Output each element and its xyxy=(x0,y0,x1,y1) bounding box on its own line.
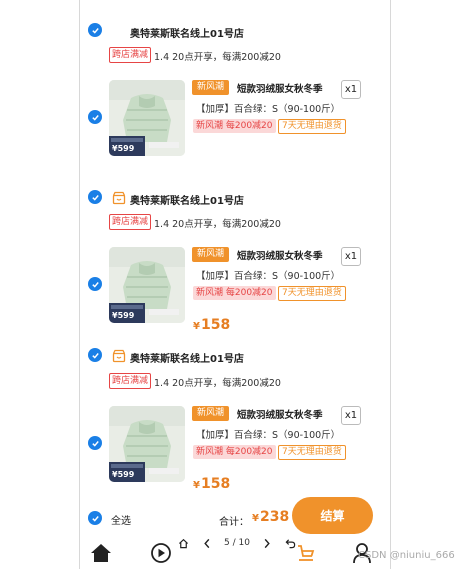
item-price: ¥158 xyxy=(193,476,231,492)
new-trend-tag: 新风潮 xyxy=(192,247,230,262)
quantity-badge[interactable]: x1 xyxy=(341,247,361,266)
home-icon[interactable] xyxy=(90,543,112,563)
quantity-badge[interactable]: x1 xyxy=(341,406,361,425)
new-trend-tag: 新风潮 xyxy=(192,80,230,95)
store-name[interactable]: 奥特莱斯联名线上01号店 xyxy=(130,350,244,365)
checkout-button[interactable]: 结算 xyxy=(292,497,373,534)
watermark: CSDN @niuniu_666 xyxy=(358,550,455,561)
promo-text: 1.4 20点开享，每满200减20 xyxy=(154,378,281,389)
check-icon xyxy=(91,194,99,201)
discount-tag: 新风潮 每200减20 xyxy=(193,445,276,459)
discount-tag: 新风潮 每200减20 xyxy=(193,119,276,133)
promo-tag: 跨店满减 xyxy=(109,214,152,230)
product-spec[interactable]: 【加厚】百合绿：S（90-100斤） xyxy=(196,268,340,282)
promo-text: 1.4 20点开享，每满200减20 xyxy=(154,52,281,63)
item-checkbox[interactable] xyxy=(88,110,102,124)
thumb-price: ¥599 xyxy=(112,470,135,479)
shop-icon xyxy=(112,191,126,205)
cart-icon[interactable] xyxy=(296,543,316,563)
next-page-icon[interactable] xyxy=(263,538,271,549)
play-icon[interactable] xyxy=(150,542,172,564)
store-name[interactable]: 奥特莱斯联名线上01号店 xyxy=(130,25,244,40)
check-icon xyxy=(91,281,99,288)
return-tag: 7天无理由退货 xyxy=(278,119,346,134)
total-amount: ¥238 xyxy=(252,509,290,525)
page-indicator: 5 / 10 xyxy=(224,538,250,548)
page-navigator: 5 / 10 xyxy=(178,533,296,553)
thumb-price: ¥599 xyxy=(112,144,135,153)
promo-text: 1.4 20点开享，每满200减20 xyxy=(154,219,281,230)
check-icon xyxy=(91,27,99,34)
check-icon xyxy=(91,515,99,522)
shop-icon xyxy=(112,349,126,363)
product-thumbnail[interactable]: ¥599 xyxy=(109,80,185,156)
store-name[interactable]: 奥特莱斯联名线上01号店 xyxy=(130,192,244,207)
product-title[interactable]: 短款羽绒服女秋冬季 xyxy=(237,407,323,421)
check-icon xyxy=(91,440,99,447)
promo-tag: 跨店满减 xyxy=(109,47,152,63)
item-price: ¥158 xyxy=(193,317,231,333)
back-icon[interactable] xyxy=(285,538,296,549)
product-title[interactable]: 短款羽绒服女秋冬季 xyxy=(237,81,323,95)
total-label: 合计： xyxy=(219,517,249,528)
home-icon[interactable] xyxy=(178,538,189,549)
product-spec[interactable]: 【加厚】百合绿：S（90-100斤） xyxy=(196,427,340,441)
discount-tag: 新风潮 每200减20 xyxy=(193,286,276,300)
product-spec[interactable]: 【加厚】百合绿：S（90-100斤） xyxy=(196,101,340,115)
check-icon xyxy=(91,114,99,121)
product-thumbnail[interactable]: ¥599 xyxy=(109,406,185,482)
promo-tag: 跨店满减 xyxy=(109,373,152,389)
select-all-checkbox[interactable] xyxy=(88,511,102,525)
product-title[interactable]: 短款羽绒服女秋冬季 xyxy=(237,248,323,262)
product-thumbnail[interactable]: ¥599 xyxy=(109,247,185,323)
prev-page-icon[interactable] xyxy=(203,538,211,549)
return-tag: 7天无理由退货 xyxy=(278,445,346,460)
quantity-badge[interactable]: x1 xyxy=(341,80,361,99)
new-trend-tag: 新风潮 xyxy=(192,406,230,421)
return-tag: 7天无理由退货 xyxy=(278,286,346,301)
item-checkbox[interactable] xyxy=(88,277,102,291)
shop-checkbox[interactable] xyxy=(88,23,102,37)
check-icon xyxy=(91,352,99,359)
shop-checkbox[interactable] xyxy=(88,190,102,204)
item-checkbox[interactable] xyxy=(88,436,102,450)
thumb-price: ¥599 xyxy=(112,311,135,320)
select-all-label[interactable]: 全选 xyxy=(111,512,131,527)
shop-checkbox[interactable] xyxy=(88,348,102,362)
